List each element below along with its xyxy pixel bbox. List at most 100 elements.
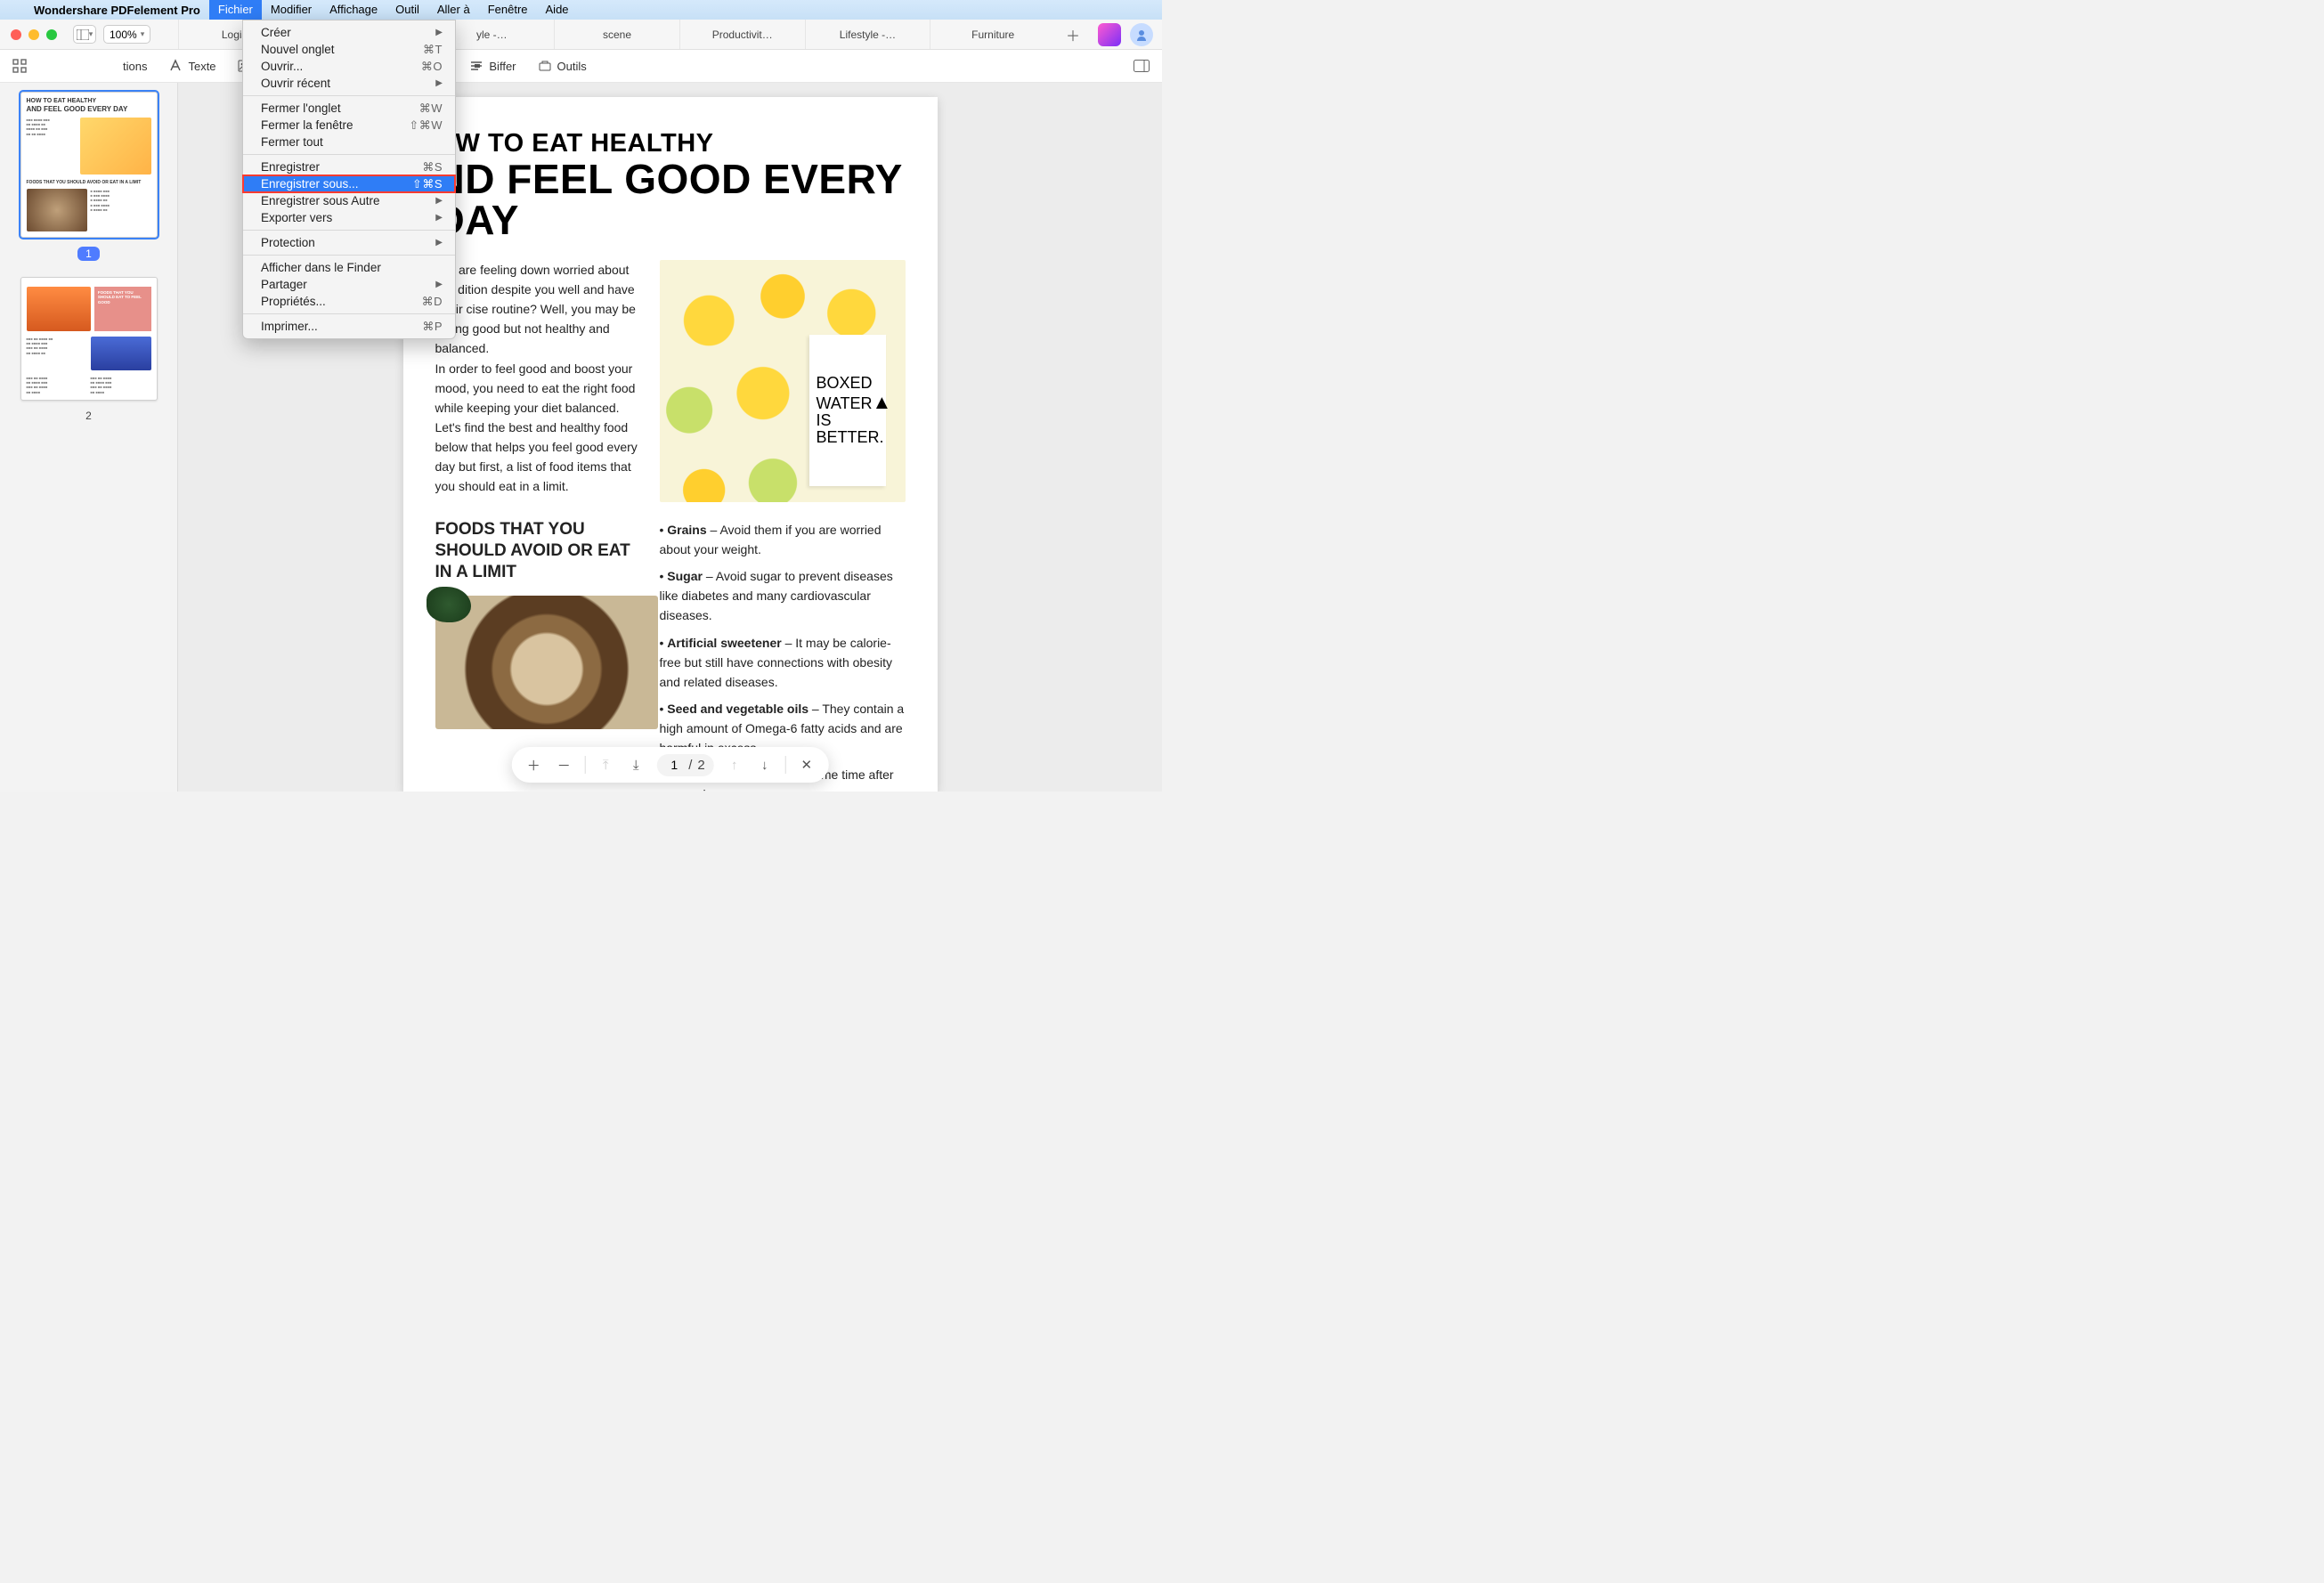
- redact-icon: [469, 59, 483, 73]
- menu-item-nouvel-onglet[interactable]: Nouvel onglet ⌘T: [243, 41, 455, 58]
- app-name[interactable]: Wondershare PDFelement Pro: [25, 4, 209, 17]
- menu-item-fermer-l-onglet[interactable]: Fermer l'onglet⌘W: [243, 100, 455, 117]
- menu-separator: [243, 230, 455, 231]
- file-menu-dropdown: Créer▶Nouvel onglet⌘TOuvrir...⌘OOuvrir r…: [242, 20, 456, 339]
- menu-item-exporter-vers[interactable]: Exporter vers▶: [243, 209, 455, 226]
- minimize-window-button[interactable]: [28, 29, 39, 40]
- menu-item-afficher-dans-le-finder[interactable]: Afficher dans le Finder: [243, 259, 455, 276]
- menu-fenetre[interactable]: Fenêtre: [479, 0, 537, 20]
- thumb-heading: FOODS THAT YOU SHOULD AVOID OR EAT IN A …: [27, 180, 151, 185]
- page-number: 2: [85, 410, 92, 422]
- thumb-image: [27, 287, 91, 331]
- right-column: BOXED WATER▲ IS BETTER. • Grains – Avoid…: [660, 260, 906, 792]
- tab-furniture[interactable]: Furniture: [930, 20, 1055, 49]
- tab-scene[interactable]: scene: [554, 20, 679, 49]
- menu-item-label: Fermer tout: [261, 135, 323, 149]
- menu-item-fermer-la-fen-tre[interactable]: Fermer la fenêtre ⇧⌘W: [243, 117, 455, 134]
- menu-aide[interactable]: Aide: [537, 0, 578, 20]
- menu-item-partager[interactable]: Partager▶: [243, 276, 455, 293]
- zoom-in-button[interactable]: ＋: [524, 756, 543, 775]
- menu-item-ouvrir[interactable]: Ouvrir... ⌘O: [243, 58, 455, 75]
- menu-item-label: Ouvrir récent: [261, 77, 330, 90]
- shortcut-label: ⌘D: [422, 295, 443, 309]
- menu-item-enregistrer-sous[interactable]: Enregistrer sous...⇧⌘S: [243, 175, 455, 192]
- thumb-image: [91, 337, 151, 370]
- submenu-arrow-icon: ▶: [435, 280, 443, 289]
- tab-lifestyle[interactable]: Lifestyle -…: [805, 20, 930, 49]
- tool-label: Outils: [557, 60, 587, 73]
- menu-item-ouvrir-r-cent[interactable]: Ouvrir récent ▶: [243, 75, 455, 92]
- menu-item-enregistrer-sous-autre[interactable]: Enregistrer sous Autre ▶: [243, 192, 455, 209]
- brand-icon[interactable]: [1098, 23, 1121, 46]
- page-nav-toolbar: ＋ － ⤒ ⤓ / 2 ↑ ↓ ✕: [511, 747, 829, 783]
- tab-productivit[interactable]: Productivit…: [679, 20, 805, 49]
- menu-item-label: Ouvrir...: [261, 60, 303, 73]
- menu-modifier[interactable]: Modifier: [262, 0, 321, 20]
- menu-separator: [243, 95, 455, 96]
- bullet: • Sugar – Avoid sugar to prevent disease…: [660, 566, 906, 625]
- zoom-value: 100%: [110, 28, 137, 41]
- shortcut-label: ⇧⌘W: [409, 118, 443, 133]
- menu-item-label: Enregistrer sous Autre: [261, 194, 380, 207]
- bullet: • Artificial sweetener – It may be calor…: [660, 633, 906, 692]
- thumbnail-page-1[interactable]: HOW TO EAT HEALTHY AND FEEL GOOD EVERY D…: [20, 92, 158, 238]
- menu-item-fermer-tout[interactable]: Fermer tout: [243, 134, 455, 150]
- new-tab-button[interactable]: ＋: [1055, 20, 1091, 49]
- menu-item-label: Imprimer...: [261, 320, 318, 333]
- menu-item-enregistrer[interactable]: Enregistrer⌘S: [243, 158, 455, 175]
- carton-graphic: BOXED WATER▲ IS BETTER.: [809, 335, 886, 486]
- scroll-top-button[interactable]: ⤒: [596, 758, 615, 773]
- menu-item-label: Protection: [261, 236, 315, 249]
- thumbnail-page-2[interactable]: FOODS THAT YOU SHOULD EAT TO FEEL GOOD ■…: [20, 277, 158, 401]
- thumbnails-icon[interactable]: [12, 59, 27, 73]
- page-input[interactable]: [665, 758, 683, 772]
- menu-separator: [243, 154, 455, 155]
- text-icon: [168, 59, 183, 73]
- close-nav-button[interactable]: ✕: [797, 757, 817, 773]
- scroll-bottom-button[interactable]: ⤓: [626, 758, 646, 773]
- next-page-button[interactable]: ↓: [755, 758, 775, 773]
- submenu-arrow-icon: ▶: [435, 78, 443, 88]
- submenu-arrow-icon: ▶: [435, 213, 443, 223]
- window-chrome: ▾ 100% ▾ Logist… … yle -… scene Producti…: [0, 20, 1162, 50]
- menu-item-label: Enregistrer sous...: [261, 177, 359, 191]
- zoom-select[interactable]: 100% ▾: [103, 25, 150, 44]
- shortcut-label: ⌘S: [422, 160, 443, 175]
- tool-label: Biffer: [489, 60, 516, 73]
- shortcut-label: ⌘O: [421, 60, 443, 74]
- thumb-title: HOW TO EAT HEALTHY: [27, 98, 151, 105]
- menu-affichage[interactable]: Affichage: [321, 0, 386, 20]
- panel-toggle-button[interactable]: [1134, 60, 1150, 72]
- coffee-image: [435, 596, 658, 729]
- shortcut-label: ⌘T: [423, 43, 443, 57]
- section-heading: FOODS THAT YOU SHOULD AVOID OR EAT IN A …: [435, 519, 640, 582]
- thumb-image: [80, 118, 150, 175]
- tool-annotations[interactable]: tions: [123, 60, 147, 73]
- paragraph: you are feeling down worried about this …: [435, 260, 640, 359]
- tool-outils[interactable]: Outils: [538, 59, 587, 73]
- close-window-button[interactable]: [11, 29, 21, 40]
- tool-label: tions: [123, 60, 147, 73]
- menu-item-cr-er[interactable]: Créer▶: [243, 24, 455, 41]
- user-avatar[interactable]: [1130, 23, 1153, 46]
- tool-texte[interactable]: Texte: [168, 59, 215, 73]
- shortcut-label: ⌘P: [422, 320, 443, 334]
- menu-item-label: Fermer la fenêtre: [261, 118, 353, 132]
- menu-aller-a[interactable]: Aller à: [428, 0, 479, 20]
- menu-item-label: Nouvel onglet: [261, 43, 335, 56]
- prev-page-button[interactable]: ↑: [725, 758, 744, 773]
- zoom-out-button[interactable]: －: [554, 756, 573, 775]
- submenu-arrow-icon: ▶: [435, 196, 443, 206]
- toolbox-icon: [538, 59, 552, 73]
- menu-item-propri-t-s[interactable]: Propriétés...⌘D: [243, 293, 455, 310]
- menu-item-imprimer[interactable]: Imprimer... ⌘P: [243, 318, 455, 335]
- fullscreen-window-button[interactable]: [46, 29, 57, 40]
- chevron-down-icon: ▾: [89, 29, 93, 39]
- thumbnails-panel: HOW TO EAT HEALTHY AND FEEL GOOD EVERY D…: [0, 83, 178, 792]
- thumb-heading: FOODS THAT YOU SHOULD EAT TO FEEL GOOD: [94, 287, 151, 331]
- menu-outil[interactable]: Outil: [386, 0, 428, 20]
- tool-biffer[interactable]: Biffer: [469, 59, 516, 73]
- menu-fichier[interactable]: Fichier: [209, 0, 262, 20]
- menu-item-protection[interactable]: Protection▶: [243, 234, 455, 251]
- sidebar-toggle-button[interactable]: ▾: [73, 25, 96, 44]
